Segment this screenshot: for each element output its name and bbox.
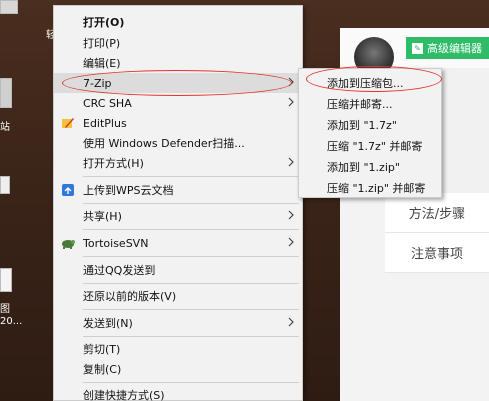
menu-item-label: 复制(C) bbox=[83, 363, 122, 376]
menu-item-label: 7-Zip bbox=[83, 76, 112, 90]
menu-separator bbox=[83, 256, 299, 257]
menu-item-send-via-qq[interactable]: 通过QQ发送到 bbox=[54, 260, 302, 280]
desktop-icon-fragment[interactable] bbox=[0, 78, 12, 108]
menu-separator bbox=[83, 336, 299, 337]
desktop-icon-label: 20... bbox=[0, 316, 23, 327]
desktop-icon-fragment[interactable] bbox=[0, 176, 10, 194]
advanced-editor-label: 高级编辑器 bbox=[427, 42, 482, 55]
menu-item-label: 打开方式(H) bbox=[83, 157, 144, 170]
advanced-editor-button[interactable]: ✎ 高级编辑器 bbox=[406, 37, 489, 59]
submenu-item-compress-and-email[interactable]: 压缩并邮寄... bbox=[299, 94, 441, 114]
menu-item-print[interactable]: 打印(P) bbox=[54, 33, 302, 53]
menu-item-defender-scan[interactable]: 使用 Windows Defender扫描... bbox=[54, 133, 302, 153]
menu-separator bbox=[83, 283, 299, 284]
menu-item-share[interactable]: 共享(H) bbox=[54, 206, 302, 226]
menu-item-open-with[interactable]: 打开方式(H) bbox=[54, 153, 302, 173]
menu-separator bbox=[83, 176, 299, 177]
menu-item-label: 还原以前的版本(V) bbox=[83, 290, 177, 303]
menu-item-label: CRC SHA bbox=[83, 96, 132, 110]
tortoisesvn-icon bbox=[62, 240, 75, 249]
menu-item-open[interactable]: 打开(O) bbox=[54, 12, 302, 32]
context-menu: 打开(O) 打印(P) 编辑(E) 7-Zip CRC SHA EditPlus… bbox=[53, 5, 303, 401]
desktop-icon-fragment[interactable] bbox=[0, 268, 12, 292]
desktop-icon-label: 图 bbox=[0, 304, 10, 315]
menu-item-label: TortoiseSVN bbox=[83, 236, 149, 250]
7zip-submenu: 添加到压缩包... 压缩并邮寄... 添加到 "1.7z" 压缩 "1.7z" … bbox=[298, 68, 442, 198]
section-item-notes[interactable]: 注意事项 bbox=[385, 233, 489, 273]
wps-cloud-icon bbox=[62, 184, 74, 196]
menu-item-label: EditPlus bbox=[83, 116, 127, 130]
submenu-item-compress-7z-email[interactable]: 压缩 "1.7z" 并邮寄 bbox=[299, 136, 441, 156]
section-item-method[interactable]: 方法/步骤 bbox=[385, 193, 489, 233]
submenu-item-add-to-zip[interactable]: 添加到 "1.zip" bbox=[299, 157, 441, 177]
menu-item-cut[interactable]: 剪切(T) bbox=[54, 339, 302, 359]
menu-item-label: 上传到WPS云文档 bbox=[83, 184, 174, 197]
menu-item-label: 发送到(N) bbox=[83, 317, 133, 330]
menu-item-restore-versions[interactable]: 还原以前的版本(V) bbox=[54, 286, 302, 306]
menu-separator bbox=[83, 203, 299, 204]
menu-item-label: 剪切(T) bbox=[83, 343, 121, 356]
menu-item-label: 打开(O) bbox=[83, 16, 125, 29]
chevron-right-icon bbox=[288, 317, 294, 327]
section-list: 方法/步骤 注意事项 bbox=[385, 193, 489, 273]
submenu-item-compress-zip-email[interactable]: 压缩 "1.zip" 并邮寄 bbox=[299, 178, 441, 198]
menu-item-wps-upload[interactable]: 上传到WPS云文档 bbox=[54, 180, 302, 200]
menu-item-label: 编辑(E) bbox=[83, 57, 121, 70]
chevron-right-icon bbox=[288, 157, 294, 167]
chevron-right-icon bbox=[288, 97, 294, 107]
menu-separator bbox=[83, 382, 299, 383]
editplus-icon bbox=[62, 118, 74, 128]
desktop-icon-fragment[interactable] bbox=[0, 0, 18, 14]
menu-item-edit[interactable]: 编辑(E) bbox=[54, 53, 302, 73]
menu-item-label: 创建快捷方式(S) bbox=[83, 389, 165, 401]
menu-item-7zip[interactable]: 7-Zip bbox=[54, 73, 302, 93]
editor-icon: ✎ bbox=[412, 42, 423, 54]
menu-item-editplus[interactable]: EditPlus bbox=[54, 113, 302, 133]
menu-separator bbox=[83, 229, 299, 230]
menu-item-create-shortcut[interactable]: 创建快捷方式(S) bbox=[54, 385, 302, 401]
menu-separator bbox=[83, 309, 299, 310]
menu-item-label: 打印(P) bbox=[83, 37, 121, 50]
submenu-item-add-to-archive[interactable]: 添加到压缩包... bbox=[299, 73, 441, 93]
menu-item-label: 通过QQ发送到 bbox=[83, 264, 156, 277]
menu-item-crc-sha[interactable]: CRC SHA bbox=[54, 93, 302, 113]
submenu-item-add-to-7z[interactable]: 添加到 "1.7z" bbox=[299, 115, 441, 135]
menu-item-label: 使用 Windows Defender扫描... bbox=[83, 137, 245, 150]
chevron-right-icon bbox=[288, 210, 294, 220]
menu-item-tortoisesvn[interactable]: TortoiseSVN bbox=[54, 233, 302, 253]
menu-item-copy[interactable]: 复制(C) bbox=[54, 359, 302, 379]
desktop-icon-label: 站 bbox=[0, 122, 10, 133]
menu-item-send-to[interactable]: 发送到(N) bbox=[54, 313, 302, 333]
chevron-right-icon bbox=[288, 77, 294, 87]
menu-item-label: 共享(H) bbox=[83, 210, 122, 223]
chevron-right-icon bbox=[288, 237, 294, 247]
